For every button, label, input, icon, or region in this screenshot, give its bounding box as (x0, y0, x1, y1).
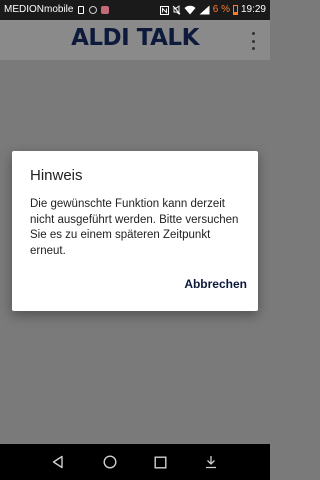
nfc-icon (159, 5, 169, 15)
app-notification-icon (100, 5, 109, 15)
status-left: MEDIONmobile (4, 0, 109, 20)
brand-logo: ALDI TALK (71, 25, 199, 51)
dialog-message: Die gewünschte Funktion kann derzeit nic… (30, 198, 239, 257)
status-bar: MEDIONmobile 6 % 19:29 (0, 0, 270, 20)
alert-dialog: Hinweis Die gewünschte Funktion kann der… (12, 151, 258, 311)
carrier-name: MEDIONmobile (4, 4, 74, 15)
notification-pull-icon[interactable] (191, 444, 231, 480)
mute-icon (172, 5, 181, 15)
navigation-bar (0, 444, 270, 480)
cancel-button[interactable]: Abbrechen (184, 277, 247, 291)
settings-icon (88, 5, 97, 15)
battery-percent: 6 % (212, 4, 230, 15)
sim-icon (76, 5, 85, 15)
clock: 19:29 (240, 4, 266, 15)
dialog-title: Hinweis (30, 167, 83, 184)
status-right: 6 % 19:29 (159, 0, 266, 20)
screen: MEDIONmobile 6 % 19:29 ALDI TALK Hinweis… (0, 0, 270, 480)
home-icon[interactable] (90, 444, 130, 480)
battery-icon (232, 5, 238, 15)
recents-icon[interactable] (140, 444, 180, 480)
wifi-icon (184, 5, 196, 15)
back-icon[interactable] (38, 444, 78, 480)
overflow-menu-icon[interactable] (250, 32, 256, 50)
signal-icon (199, 5, 210, 15)
app-bar: ALDI TALK (0, 20, 270, 60)
